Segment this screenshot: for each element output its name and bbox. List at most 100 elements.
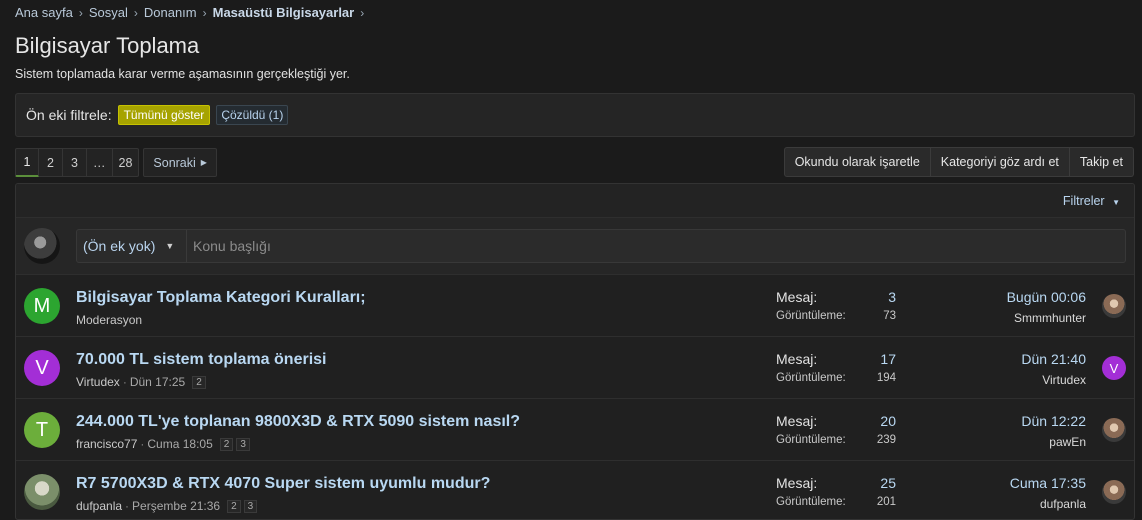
thread-row: M Bilgisayar Toplama Kategori Kuralları;… — [16, 275, 1134, 337]
last-post-user[interactable]: Smmmhunter — [1007, 311, 1086, 325]
thread-author[interactable]: Moderasyon — [76, 313, 142, 327]
thread-author-avatar[interactable]: M — [24, 288, 60, 324]
filters-button[interactable]: Filtreler ▼ — [1063, 194, 1120, 208]
replies-count: 17 — [880, 351, 896, 367]
next-page-label: Sonraki — [153, 155, 196, 170]
chevron-right-icon: › — [202, 5, 207, 20]
thread-meta: Virtudex · Dün 17:25 2 — [76, 375, 326, 389]
thread-page-jump: 23 — [227, 499, 260, 513]
replies-label: Mesaj: — [776, 413, 818, 429]
prefix-filter-bar: Ön eki filtrele: Tümünü göster Çözüldü (… — [15, 93, 1135, 137]
breadcrumb-home[interactable]: Ana sayfa — [15, 5, 73, 20]
thread-page-link[interactable]: 3 — [236, 437, 250, 451]
views-label: Görüntüleme: — [776, 310, 846, 322]
thread-last-post: Bugün 00:06 Smmmhunter — [1007, 289, 1086, 325]
views-count: 194 — [876, 372, 896, 384]
user-photo-icon[interactable] — [1102, 480, 1126, 504]
thread-title-input[interactable] — [187, 230, 1125, 262]
user-photo-icon[interactable] — [1102, 294, 1126, 318]
views-label: Görüntüleme: — [776, 434, 846, 446]
prefix-filter-label: Ön eki filtrele: — [26, 107, 112, 123]
user-photo-icon[interactable] — [1102, 418, 1126, 442]
last-post-time[interactable]: Dün 21:40 — [1021, 351, 1086, 367]
thread-author-avatar[interactable]: V — [24, 350, 60, 386]
page-description: Sistem toplamada karar verme aşamasının … — [15, 67, 350, 81]
last-post-time[interactable]: Bugün 00:06 — [1007, 289, 1086, 305]
breadcrumb-desktops[interactable]: Masaüstü Bilgisayarlar — [213, 5, 355, 20]
page-title: Bilgisayar Toplama — [15, 33, 200, 58]
thread-list: Filtreler ▼ (Ön ek yok) ▼ M Bilgisayar T… — [15, 183, 1135, 520]
thread-author[interactable]: Virtudex — [76, 375, 120, 389]
last-post-user[interactable]: Virtudex — [1021, 373, 1086, 387]
meta-separator: · — [122, 375, 127, 389]
thread-last-post: Dün 21:40 Virtudex — [1021, 351, 1086, 387]
page-link-3[interactable]: 3 — [63, 148, 87, 177]
thread-title-link[interactable]: R7 5700X3D & RTX 4070 Super sistem uyuml… — [76, 475, 490, 493]
chevron-right-icon: › — [78, 5, 83, 20]
chevron-right-icon: › — [133, 5, 138, 20]
thread-page-link[interactable]: 2 — [227, 499, 241, 513]
thread-last-post: Dün 12:22 pawEn — [1021, 413, 1086, 449]
page-jump-ellipsis[interactable]: … — [87, 148, 113, 177]
breadcrumb-social[interactable]: Sosyal — [89, 5, 128, 20]
quick-thread-form: (Ön ek yok) ▼ — [76, 229, 1126, 263]
views-label: Görüntüleme: — [776, 496, 846, 508]
prefix-select-value: (Ön ek yok) — [83, 238, 156, 254]
replies-count: 3 — [888, 289, 896, 305]
last-post-user[interactable]: pawEn — [1021, 435, 1086, 449]
thread-main: 244.000 TL'ye toplanan 9800X3D & RTX 509… — [76, 413, 520, 451]
page-link-2[interactable]: 2 — [39, 148, 63, 177]
prefix-solved-button[interactable]: Çözüldü (1) — [216, 105, 289, 125]
replies-label: Mesaj: — [776, 351, 818, 367]
thread-author[interactable]: dufpanla — [76, 499, 122, 513]
views-count: 239 — [876, 434, 896, 446]
views-count: 73 — [883, 310, 896, 322]
next-page-button[interactable]: Sonraki ▶ — [143, 148, 217, 177]
last-post-user[interactable]: dufpanla — [1010, 497, 1086, 511]
last-post-time[interactable]: Dün 12:22 — [1021, 413, 1086, 429]
meta-separator: · — [125, 499, 130, 513]
current-user-avatar — [24, 228, 60, 264]
ignore-category-button[interactable]: Kategoriyi göz ardı et — [930, 147, 1070, 177]
prefix-show-all-button[interactable]: Tümünü göster — [117, 105, 211, 125]
forum-actions: Okundu olarak işaretle Kategoriyi göz ar… — [783, 147, 1134, 177]
replies-label: Mesaj: — [776, 475, 818, 491]
thread-author-avatar[interactable] — [24, 474, 60, 510]
thread-start-date[interactable]: Cuma 18:05 — [147, 437, 212, 451]
meta-separator: · — [140, 437, 145, 451]
last-post-time[interactable]: Cuma 17:35 — [1010, 475, 1086, 491]
thread-meta: francisco77 · Cuma 18:05 23 — [76, 437, 520, 451]
thread-stats: Mesaj: 17 Görüntüleme: 194 — [776, 351, 896, 384]
filter-bar: Filtreler ▼ — [16, 184, 1134, 218]
thread-title-link[interactable]: Bilgisayar Toplama Kategori Kuralları; — [76, 289, 366, 307]
thread-main: 70.000 TL sistem toplama önerisi Virtude… — [76, 351, 326, 389]
thread-start-date[interactable]: Dün 17:25 — [130, 375, 185, 389]
page-link-last[interactable]: 28 — [112, 148, 140, 177]
thread-author-avatar[interactable]: T — [24, 412, 60, 448]
views-label: Görüntüleme: — [776, 372, 846, 384]
pagination: 1 2 3 … 28 Sonraki ▶ — [15, 148, 217, 177]
thread-title-link[interactable]: 70.000 TL sistem toplama önerisi — [76, 351, 326, 369]
thread-page-link[interactable]: 3 — [243, 499, 258, 513]
breadcrumb: Ana sayfa › Sosyal › Donanım › Masaüstü … — [15, 5, 370, 20]
thread-page-link[interactable]: 2 — [192, 375, 206, 389]
thread-start-date[interactable]: Perşembe 21:36 — [132, 499, 220, 513]
last-poster-avatar[interactable]: V — [1102, 356, 1126, 380]
breadcrumb-hardware[interactable]: Donanım — [144, 5, 197, 20]
thread-title-link[interactable]: 244.000 TL'ye toplanan 9800X3D & RTX 509… — [76, 413, 520, 431]
thread-page-jump: 2 — [192, 375, 209, 389]
mark-read-button[interactable]: Okundu olarak işaretle — [783, 147, 931, 177]
thread-stats: Mesaj: 3 Görüntüleme: 73 — [776, 289, 896, 322]
thread-author[interactable]: francisco77 — [76, 437, 137, 451]
thread-page-jump: 23 — [219, 437, 253, 451]
caret-right-icon: ▶ — [200, 158, 207, 167]
replies-count: 25 — [880, 475, 896, 491]
thread-page-link[interactable]: 2 — [219, 437, 234, 451]
follow-button[interactable]: Takip et — [1069, 147, 1134, 177]
page-link-1[interactable]: 1 — [15, 148, 39, 177]
filters-label: Filtreler — [1062, 193, 1105, 208]
thread-main: Bilgisayar Toplama Kategori Kuralları; M… — [76, 289, 366, 327]
replies-count: 20 — [880, 413, 896, 429]
prefix-select[interactable]: (Ön ek yok) ▼ — [77, 230, 187, 262]
thread-row: T 244.000 TL'ye toplanan 9800X3D & RTX 5… — [16, 399, 1134, 461]
